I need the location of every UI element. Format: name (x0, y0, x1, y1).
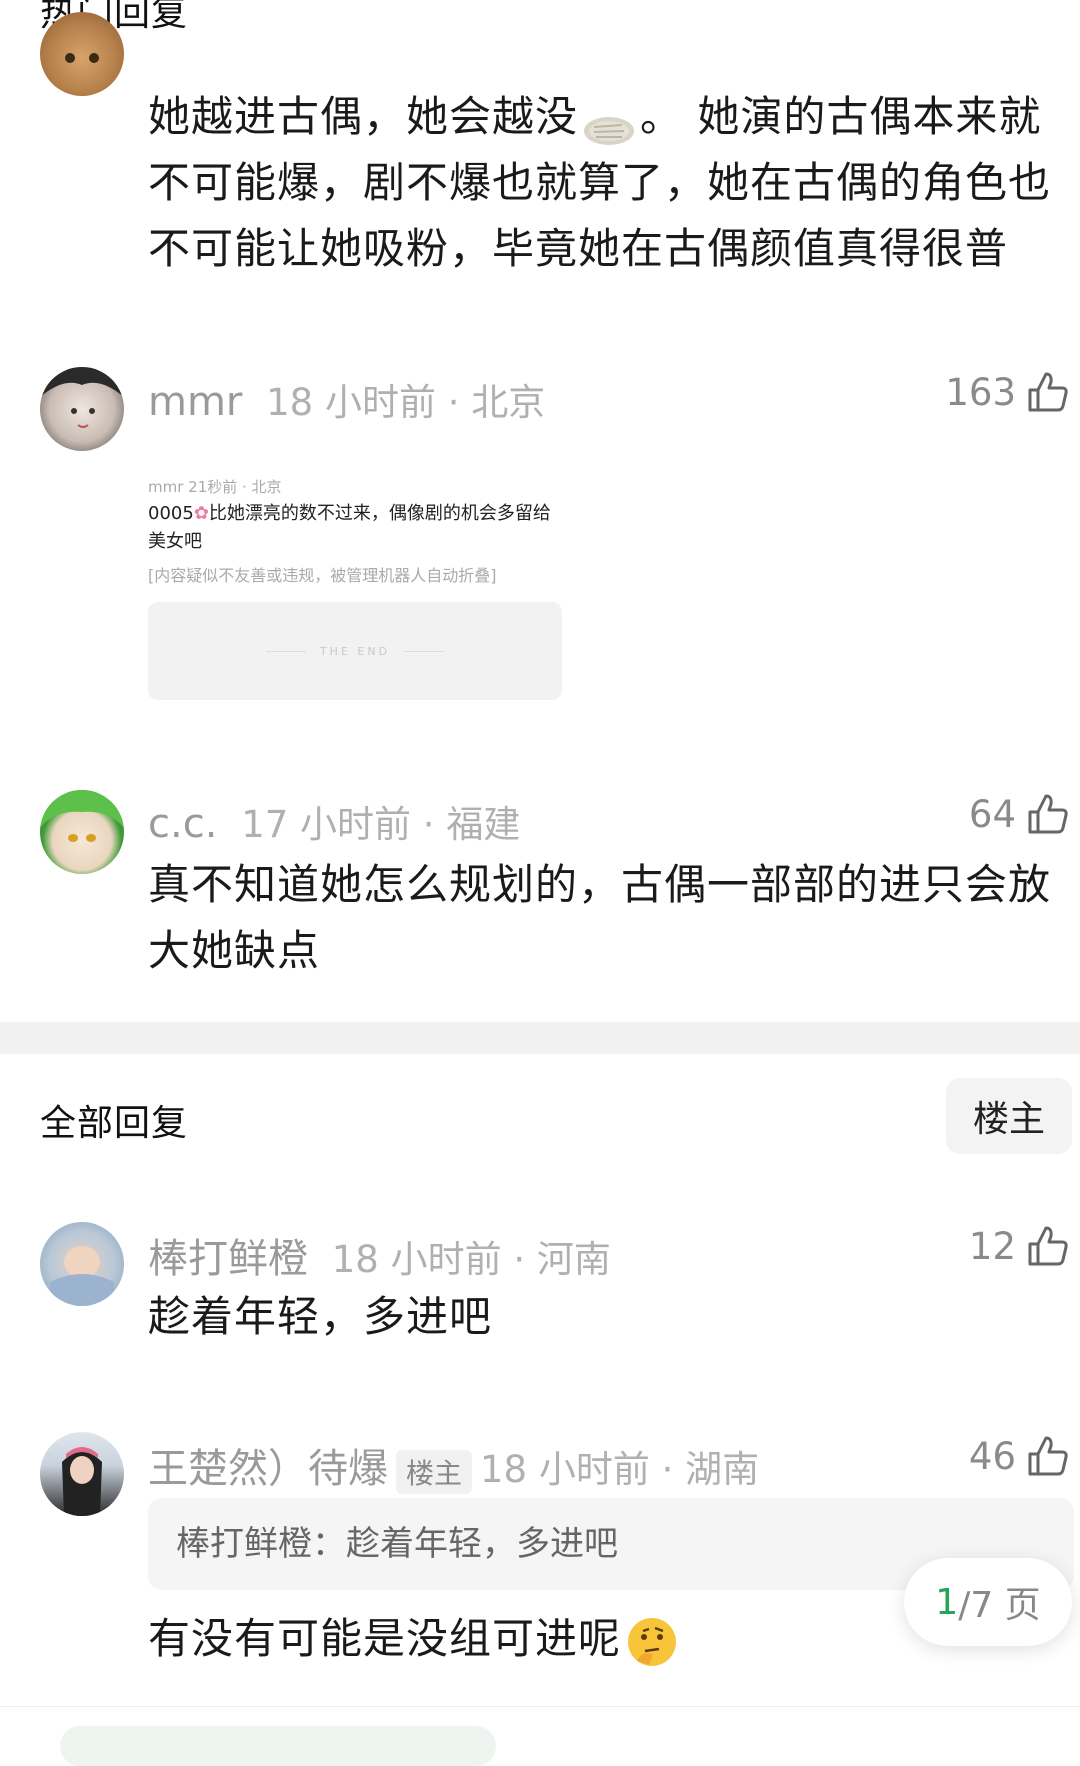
like-count: 12 (968, 1224, 1016, 1268)
flatbread-icon (582, 102, 636, 145)
thumbs-up-icon (1028, 372, 1068, 412)
time-location: 17 小时前 · 福建 (241, 803, 521, 846)
comment-text: 她越进古偶，她会越没。 她演的古偶本来就不可能爆，剧不爆也就算了，她在古偶的角色… (148, 92, 1052, 273)
avatar[interactable] (40, 367, 124, 451)
flower-icon: ✿ (193, 503, 209, 524)
like-count: 46 (968, 1434, 1016, 1478)
section-divider (0, 1022, 1080, 1054)
girl-avatar-icon (62, 1447, 102, 1516)
thinking-face-icon (625, 1615, 679, 1669)
avatar[interactable] (40, 1432, 124, 1516)
like-count: 163 (945, 370, 1016, 414)
thumbs-up-icon (1028, 1226, 1068, 1266)
like-button[interactable]: 12 (969, 1224, 1070, 1268)
username[interactable]: c.c. (148, 801, 217, 847)
comment-meta: c.c. 17 小时前 · 福建 (148, 794, 520, 848)
embedded-text: 0005✿比她漂亮的数不过来，偶像剧的机会多留给美女吧 (148, 503, 551, 552)
end-card: THE END (148, 602, 562, 700)
comment-meta: 棒打鲜橙 18 小时前 · 河南 (148, 1226, 611, 1284)
comment-meta: 王楚然）待爆 楼主 18 小时前 · 湖南 (148, 1436, 759, 1494)
like-button[interactable]: 163 (945, 370, 1070, 414)
page-indicator[interactable]: 1/7 页 (904, 1558, 1072, 1646)
comment-meta: mmr 18 小时前 · 北京 (148, 372, 545, 426)
like-button[interactable]: 46 (969, 1434, 1070, 1478)
total-pages: /7 页 (958, 1585, 1041, 1626)
owner-filter-button[interactable]: 楼主 (946, 1078, 1072, 1154)
fold-notice: [内容疑似不友善或违规，被管理机器人自动折叠] (148, 566, 497, 585)
all-replies-title: 全部回复 (40, 1103, 189, 1144)
end-label: THE END (265, 645, 445, 658)
time-location: 18 小时前 · 河南 (331, 1238, 611, 1281)
anime-avatar-icon (40, 790, 124, 842)
bottom-input-bar[interactable] (60, 1726, 496, 1766)
username[interactable]: mmr (148, 379, 242, 425)
time-location: 18 小时前 · 湖南 (480, 1448, 760, 1491)
embedded-meta: mmr 21秒前 · 北京 (148, 478, 282, 496)
owner-badge: 楼主 (396, 1449, 473, 1494)
like-count: 64 (968, 792, 1016, 836)
comment-text: 真不知道她怎么规划的，古偶一部部的进只会放大她缺点 (148, 860, 1052, 975)
time-location: 18 小时前 · 北京 (266, 381, 546, 424)
username[interactable]: 棒打鲜橙 (148, 1236, 308, 1282)
baby-avatar-icon (50, 1246, 114, 1306)
username[interactable]: 王楚然）待爆 (148, 1446, 388, 1492)
avatar[interactable] (40, 790, 124, 874)
avatar[interactable] (40, 1222, 124, 1306)
thumbs-up-icon (1028, 1436, 1068, 1476)
embedded-screenshot[interactable]: mmr 21秒前 · 北京 0005✿比她漂亮的数不过来，偶像剧的机会多留给美女… (148, 470, 562, 702)
comment-text: 趁着年轻，多进吧 (148, 1292, 493, 1341)
cat-avatar-icon (65, 53, 99, 63)
portrait-avatar-icon (40, 367, 124, 428)
current-page: 1 (935, 1581, 959, 1623)
like-button[interactable]: 64 (969, 792, 1070, 836)
bottom-divider (0, 1706, 1080, 1707)
thumbs-up-icon (1028, 794, 1068, 834)
avatar[interactable] (40, 12, 124, 96)
